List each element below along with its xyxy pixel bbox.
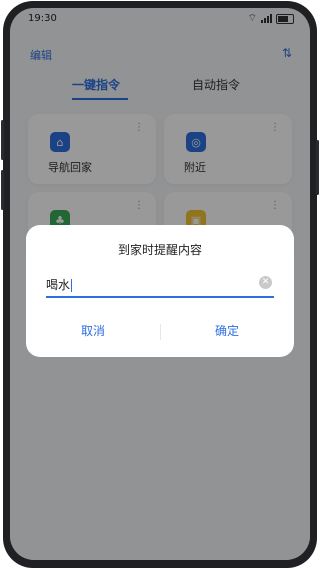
phone-side-button — [316, 140, 319, 195]
text-cursor — [71, 279, 73, 292]
input-text: 喝水 — [46, 278, 71, 292]
screen: 19:30 ⌔ 编辑 ⇅ 一键指令 自动指令 ⌂ ⋮ 导航回家 ◎ ⋮ 附近 ♣… — [10, 8, 310, 560]
clear-input-icon[interactable]: ✕ — [259, 276, 272, 289]
reminder-dialog: 到家时提醒内容 喝水 ✕ 取消 确定 — [26, 225, 294, 357]
dialog-buttons: 取消 确定 — [26, 322, 294, 346]
input-value[interactable]: 喝水 — [46, 276, 73, 293]
confirm-button[interactable]: 确定 — [160, 322, 294, 339]
reminder-input[interactable]: 喝水 ✕ — [46, 272, 274, 298]
phone-side-button — [1, 170, 4, 210]
phone-side-button — [1, 120, 4, 160]
dialog-title: 到家时提醒内容 — [117, 243, 202, 257]
cancel-button[interactable]: 取消 — [26, 322, 160, 339]
